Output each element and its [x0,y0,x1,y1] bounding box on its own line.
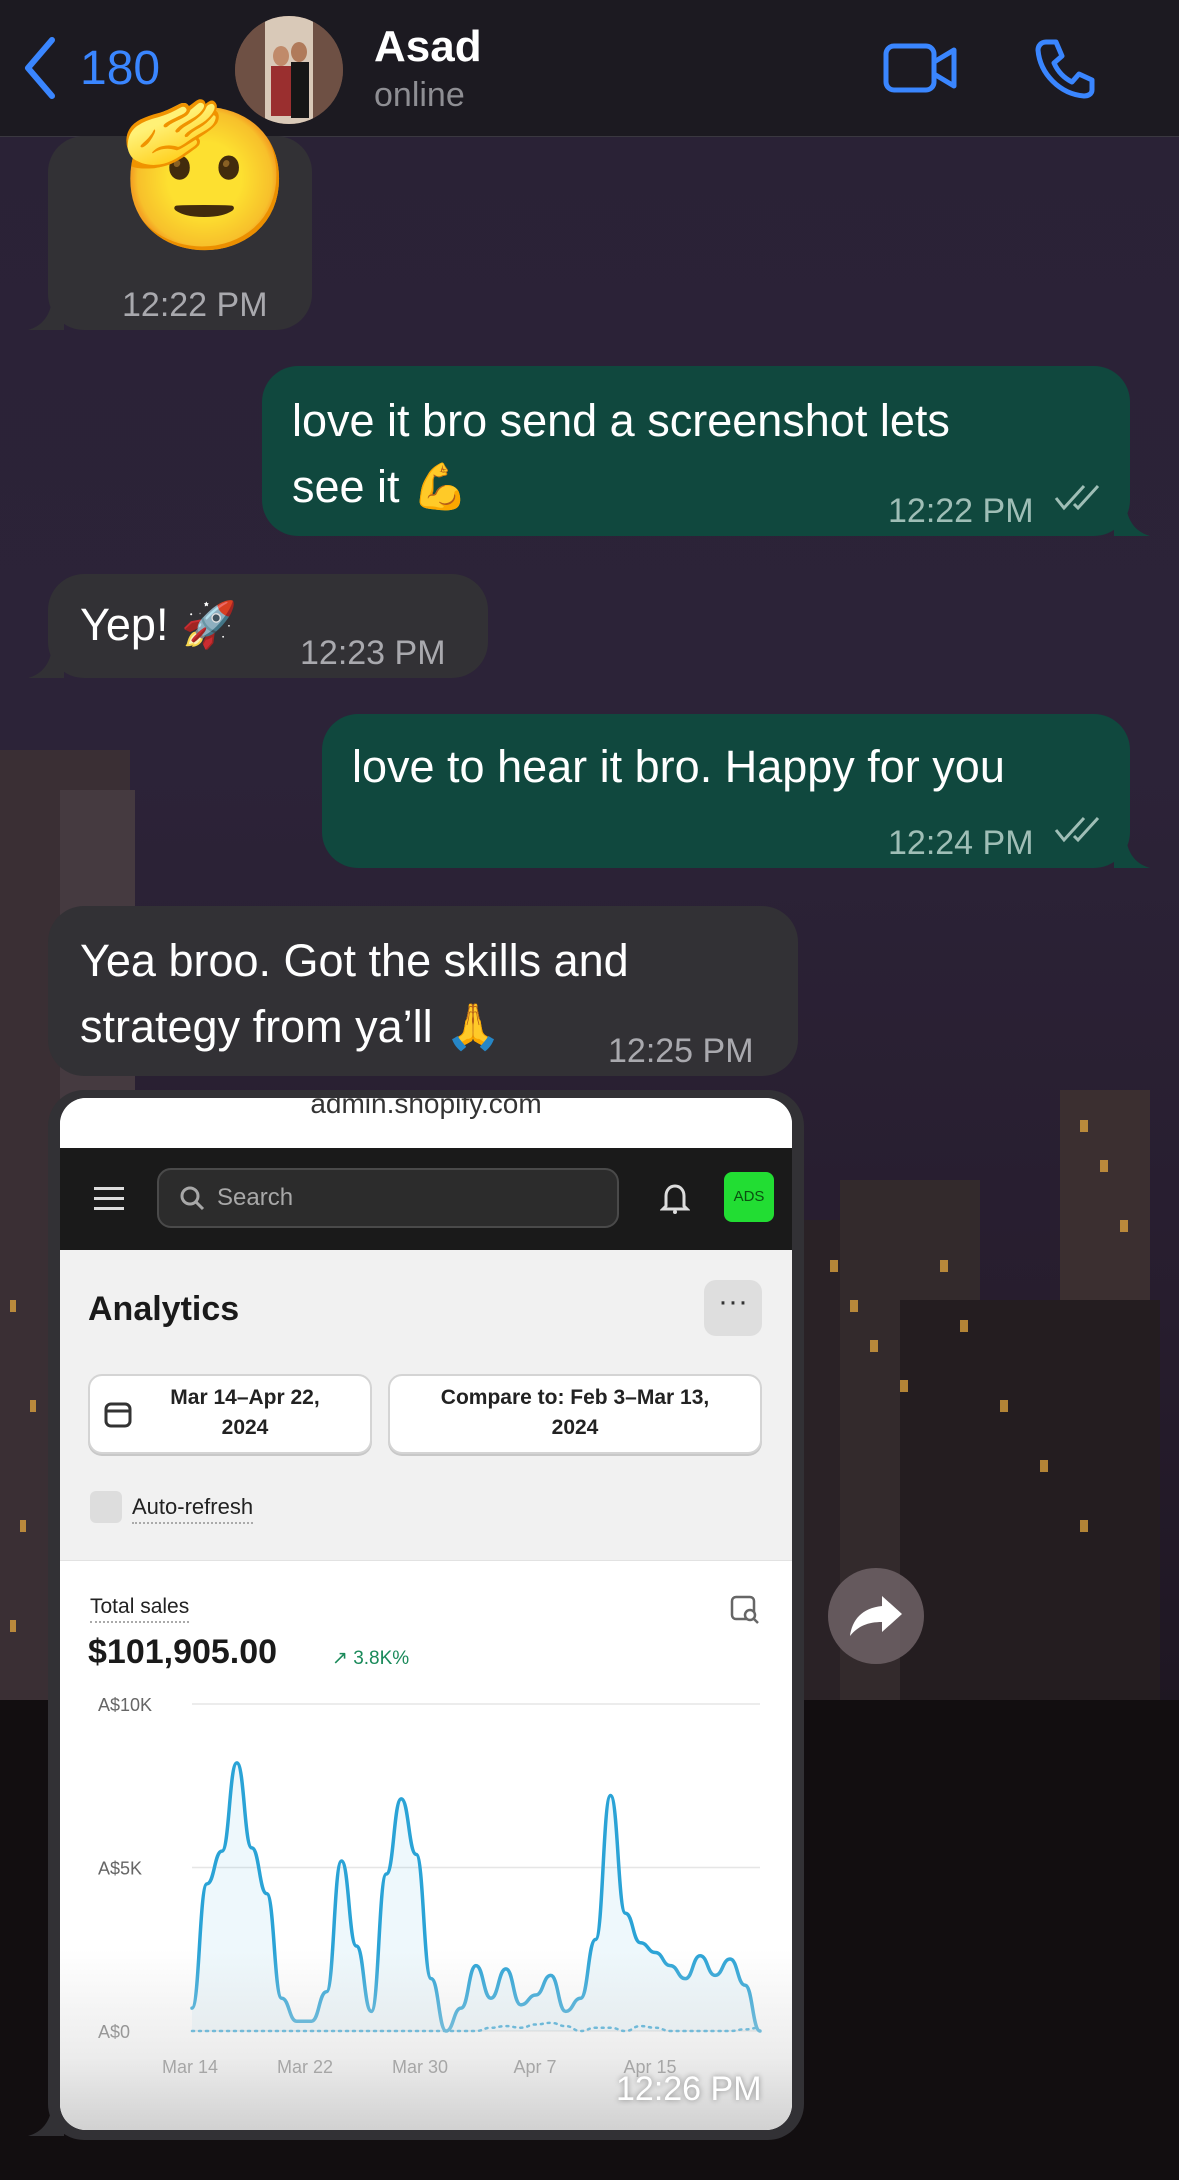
message-time: 12:23 PM [300,634,446,672]
back-button[interactable]: 180 [22,36,160,100]
search-icon [180,1186,205,1211]
forward-arrow-icon [850,1596,902,1636]
message-text: love to hear it bro. Happy for you [352,741,1005,792]
forward-button[interactable] [828,1568,924,1664]
bell-icon [660,1184,690,1214]
compare-line2: 2024 [551,1416,599,1439]
store-avatar: ADS [724,1172,774,1222]
browser-url-bar: admin.shopify.com [60,1098,792,1148]
compare-line1: Compare to: Feb 3–Mar 13, [440,1386,710,1409]
message-time: 12:26 PM [616,2070,762,2108]
salute-emoji: 🫡 [118,97,293,254]
browser-url: admin.shopify.com [310,1098,542,1119]
total-sales-label: Total sales [90,1595,190,1623]
report-icon [730,1595,759,1624]
y-tick-label: A$5K [98,1859,142,1879]
message-text: Yep! 🚀 [80,599,237,650]
video-camera-icon[interactable] [882,36,960,100]
page-title: Analytics [88,1290,240,1328]
auto-refresh-label: Auto-refresh [132,1494,254,1524]
compare-range-button: Compare to: Feb 3–Mar 13, 2024 [388,1374,762,1454]
double-check-icon [1054,484,1100,511]
contact-name[interactable]: Asad [374,22,482,72]
search-placeholder: Search [217,1184,294,1211]
bubble-tail [28,648,64,678]
total-sales-change: ↗ 3.8K% [332,1648,410,1669]
bubble-tail [28,2106,64,2136]
double-check-icon [1054,816,1100,843]
search-input: Search [157,1168,619,1228]
contact-status: online [374,76,465,114]
message-time: 12:25 PM [608,1032,754,1070]
bubble-tail [28,300,64,330]
date-range-button: Mar 14–Apr 22, 2024 [88,1374,372,1454]
total-sales-value: $101,905.00 [88,1633,278,1671]
date-range-line1: Mar 14–Apr 22, [170,1386,320,1409]
bubble-tail [1114,838,1150,868]
more-options-button: ··· [704,1280,762,1336]
y-tick-label: A$10K [98,1695,152,1715]
phone-icon[interactable] [1032,36,1098,100]
message-text: strategy from ya’ll 🙏 [80,1001,502,1052]
bubble-tail [1114,506,1150,536]
message-text: Yea broo. Got the skills and [80,935,629,986]
message-incoming[interactable]: Yea broo. Got the skills and strategy fr… [48,906,798,1076]
message-text: love it bro send a screenshot lets [292,395,950,446]
message-time: 12:22 PM [122,286,268,324]
message-incoming[interactable]: Yep! 🚀 12:23 PM [48,574,488,678]
message-time: 12:22 PM [888,492,1034,530]
unread-count: 180 [80,41,161,95]
message-outgoing[interactable]: love to hear it bro. Happy for you 12:24… [322,714,1130,868]
chevron-left-icon [25,37,55,99]
shopify-topbar: Search ADS [60,1148,792,1250]
date-range-line2: 2024 [221,1416,269,1439]
message-text: see it 💪 [292,461,469,512]
auto-refresh-checkbox [90,1491,122,1523]
message-incoming-emoji[interactable]: 🫡 12:22 PM [48,97,312,330]
message-time: 12:24 PM [888,824,1034,862]
menu-icon [94,1187,124,1210]
message-outgoing[interactable]: love it bro send a screenshot lets see i… [262,366,1130,536]
